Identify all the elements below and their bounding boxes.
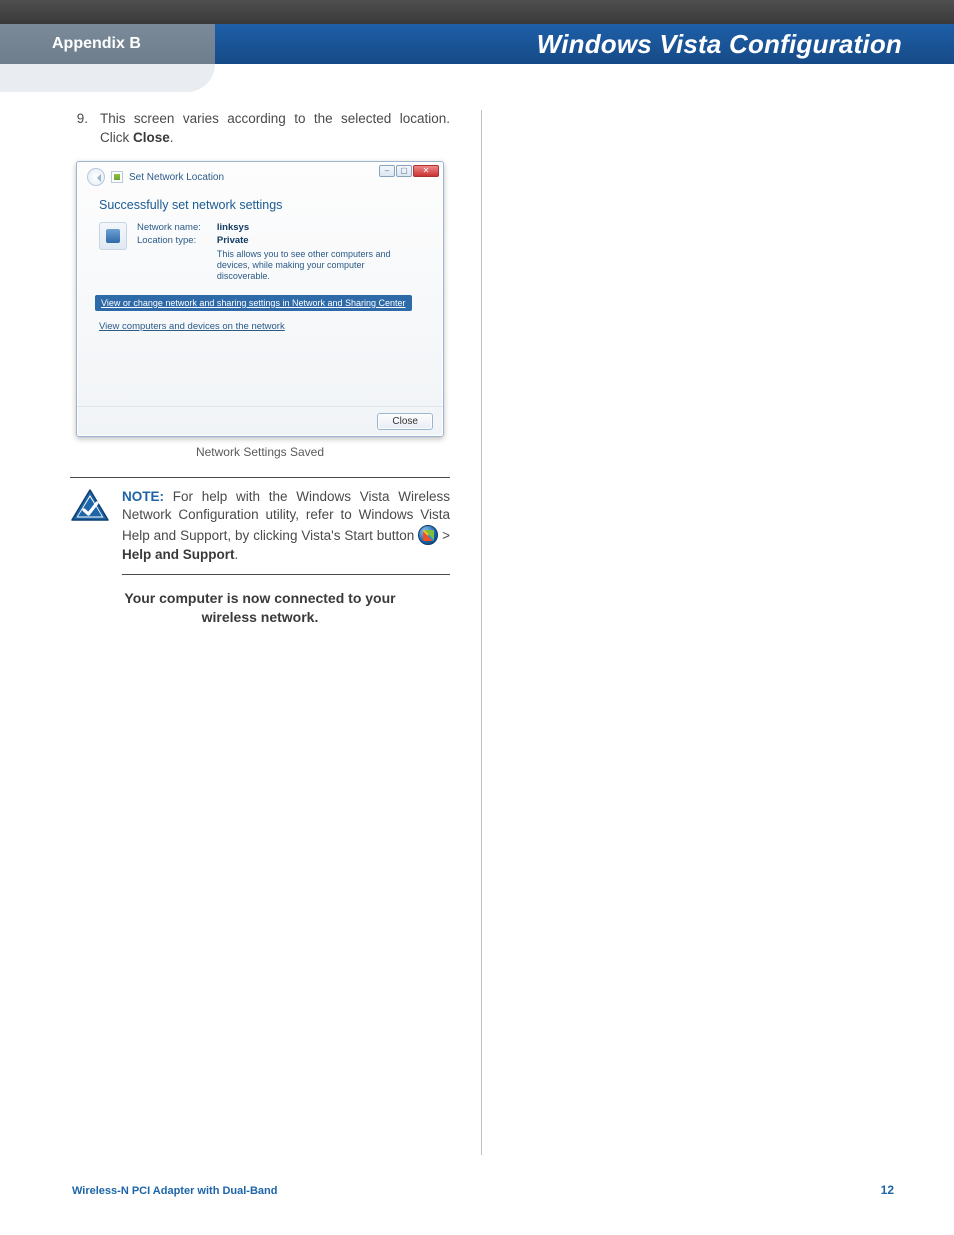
value-location-type: Private xyxy=(217,235,397,248)
header-strip: Appendix B Windows Vista Configuration xyxy=(0,24,954,64)
dialog-footer: Close xyxy=(77,406,443,430)
step-9: 9. This screen varies according to the s… xyxy=(70,110,450,147)
value-network-name: linksys xyxy=(217,222,397,235)
link-network-sharing-center[interactable]: View or change network and sharing setti… xyxy=(95,295,412,311)
footer-page-number: 12 xyxy=(881,1183,894,1197)
conclusion-text: Your computer is now connected to your w… xyxy=(70,589,450,627)
titlebar-controls: – ▢ ✕ xyxy=(379,165,439,177)
main-column: 9. This screen varies according to the s… xyxy=(70,110,450,627)
header-corner xyxy=(0,64,215,92)
breadcrumb-text: Set Network Location xyxy=(129,172,224,183)
note-tail: . xyxy=(235,547,239,562)
step-text-bold: Close xyxy=(133,130,170,145)
label-network-name: Network name: xyxy=(137,222,201,235)
link-view-computers[interactable]: View computers and devices on the networ… xyxy=(99,321,427,332)
appendix-label: Appendix B xyxy=(0,24,215,64)
network-location-icon xyxy=(111,171,123,183)
column-rule xyxy=(481,110,482,1155)
header-top-bar xyxy=(0,0,954,24)
set-network-location-dialog: – ▢ ✕ Set Network Location Successfully … xyxy=(76,161,444,436)
note-text: NOTE: For help with the Windows Vista Wi… xyxy=(122,488,450,576)
note-block: NOTE: For help with the Windows Vista Wi… xyxy=(70,477,450,576)
note-gt: > xyxy=(438,528,450,543)
step-text-2: . xyxy=(170,130,174,145)
note-body: For help with the Windows Vista Wireless… xyxy=(122,489,450,543)
summary-values: linksys Private This allows you to see o… xyxy=(217,222,397,282)
label-location-type: Location type: xyxy=(137,235,201,248)
figure-caption: Network Settings Saved xyxy=(70,445,450,459)
note-icon xyxy=(70,488,110,528)
minimize-icon[interactable]: – xyxy=(379,165,395,177)
maximize-icon[interactable]: ▢ xyxy=(396,165,412,177)
close-icon[interactable]: ✕ xyxy=(413,165,439,177)
close-button[interactable]: Close xyxy=(377,413,433,430)
dialog-body: Successfully set network settings Networ… xyxy=(77,190,443,335)
vista-start-icon xyxy=(418,525,438,545)
summary-labels: Network name: Location type: xyxy=(137,222,201,282)
page-footer: Wireless-N PCI Adapter with Dual-Band 12 xyxy=(72,1183,894,1197)
step-number: 9. xyxy=(70,110,88,147)
note-lead: NOTE: xyxy=(122,489,164,504)
note-bold: Help and Support xyxy=(122,547,235,562)
step-text: This screen varies according to the sele… xyxy=(100,110,450,147)
network-summary: Network name: Location type: linksys Pri… xyxy=(99,222,427,282)
back-icon[interactable] xyxy=(87,168,105,186)
footer-product: Wireless-N PCI Adapter with Dual-Band xyxy=(72,1185,277,1197)
network-icon xyxy=(99,222,127,250)
location-description: This allows you to see other computers a… xyxy=(217,249,397,283)
page-title: Windows Vista Configuration xyxy=(215,24,954,64)
dialog-heading: Successfully set network settings xyxy=(99,198,427,212)
dialog-screenshot: – ▢ ✕ Set Network Location Successfully … xyxy=(76,161,444,436)
